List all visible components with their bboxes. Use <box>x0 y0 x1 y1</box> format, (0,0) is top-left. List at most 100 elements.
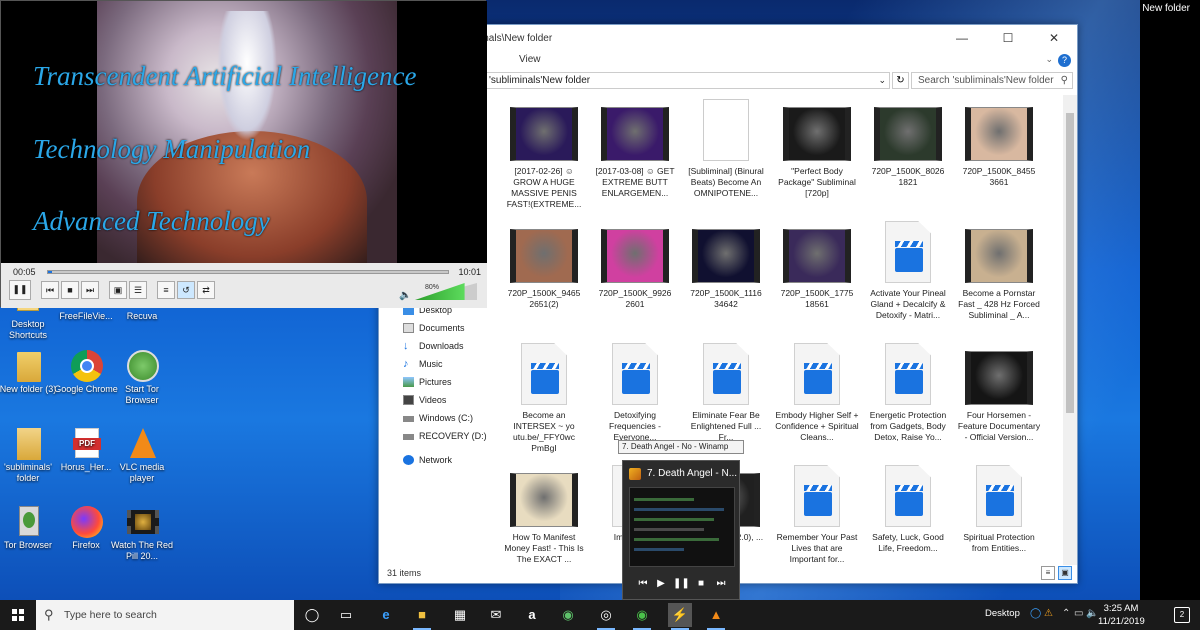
address-bar[interactable]: 'subliminals'New folder ⌄ <box>484 72 890 89</box>
winamp-icon[interactable]: ⚡ <box>668 603 692 630</box>
network-icon[interactable]: ▭ <box>1074 608 1083 619</box>
maximize-button[interactable]: ☐ <box>985 25 1031 51</box>
shuffle-icon[interactable]: ⇄ <box>197 281 215 299</box>
file-item[interactable]: Activate Your Pineal Gland + Decalcify &… <box>866 221 950 321</box>
desktop-icon-new-folder-3[interactable]: New folder (3) <box>0 348 60 395</box>
next-icon[interactable]: ⏭ <box>713 577 729 591</box>
fullscreen-icon[interactable]: ▣ <box>109 281 127 299</box>
file-explorer-icon[interactable]: ■ <box>410 603 434 630</box>
previous-icon[interactable]: ⏮ <box>41 281 59 299</box>
nav-item-documents[interactable]: Documents <box>399 319 499 337</box>
cortana-icon[interactable]: ◯ <box>300 603 324 627</box>
app-icon[interactable]: ◎ <box>594 603 618 630</box>
help-icon[interactable]: ? <box>1058 54 1071 67</box>
store-icon[interactable]: ▦ <box>448 603 472 627</box>
file-name: [2017-03-08] ☺ GET EXTREME BUTT ENLARGEM… <box>595 166 675 198</box>
file-item[interactable]: Remember Your Past Lives that are Import… <box>775 465 859 565</box>
stop-icon[interactable]: ■ <box>61 281 79 299</box>
winamp-taskbar-preview[interactable]: 7. Death Angel - N... ⏮ ▶ ❚❚ ■ ⏭ <box>622 460 740 600</box>
file-item[interactable]: [2017-03-08] ☺ GET EXTREME BUTT ENLARGEM… <box>593 99 677 199</box>
notification-center-icon[interactable]: 2 <box>1174 607 1190 623</box>
file-name: Eliminate Fear Be Enlightened Full ... F… <box>690 410 762 442</box>
mail-icon[interactable]: ✉ <box>484 603 508 627</box>
file-item[interactable]: Spiritual Protection from Entities... <box>957 465 1041 554</box>
file-item[interactable]: [Subliminal] (Binural Beats) Become An O… <box>684 99 768 199</box>
file-item[interactable]: 720P_1500K_8026 1821 <box>866 99 950 188</box>
desktop-toolbar-label[interactable]: Desktop <box>985 608 1020 619</box>
chevron-up-icon[interactable]: ⌃ <box>1062 608 1070 619</box>
seek-bar[interactable] <box>47 270 449 274</box>
taskbar-search-input[interactable]: ⚲ Type here to search <box>36 600 294 630</box>
file-item[interactable]: 720P_1500K_1775 18561 <box>775 221 859 310</box>
file-name: Embody Higher Self + Confidence + Spirit… <box>775 410 859 442</box>
nav-item-pictures[interactable]: Pictures <box>399 373 499 391</box>
file-item[interactable]: Safety, Luck, Good Life, Freedom... <box>866 465 950 554</box>
new-folder-label[interactable]: New folder <box>1142 3 1190 14</box>
extended-settings-icon[interactable]: ☰ <box>129 281 147 299</box>
refresh-button[interactable]: ↻ <box>892 72 909 89</box>
file-item[interactable]: Energetic Protection from Gadgets, Body … <box>866 343 950 443</box>
desktop-icon-firefox[interactable]: Firefox <box>54 504 118 551</box>
previous-icon[interactable]: ⏮ <box>635 577 651 591</box>
nav-item-music[interactable]: ♪ Music <box>399 355 499 373</box>
taskbar: ⚲ Type here to search ◯ ▭ e ■ ▦ ✉ a ◉ ◎ … <box>0 600 1200 630</box>
desktop-icon-red-pill-video[interactable]: Watch The Red Pill 20... <box>110 504 174 562</box>
file-item[interactable]: [2017-02-26] ☺ GROW A HUGE MASSIVE PENIS… <box>502 99 586 210</box>
desktop-icon-subliminals-folder[interactable]: 'subliminals' folder <box>0 426 60 484</box>
edge-icon[interactable]: e <box>374 603 398 627</box>
minimize-button[interactable]: — <box>939 25 985 51</box>
nav-item-recovery-d[interactable]: RECOVERY (D:) <box>399 427 499 445</box>
file-item[interactable]: Become a Pornstar Fast _ 428 Hz Forced S… <box>957 221 1041 321</box>
file-item[interactable]: "Perfect Body Package" Subliminal [720p] <box>775 99 859 199</box>
nav-item-downloads[interactable]: ↓ Downloads <box>399 337 499 355</box>
clock[interactable]: 3:25 AM 11/21/2019 <box>1098 602 1145 628</box>
file-item[interactable]: 720P_1500K_9465 2651(2) <box>502 221 586 310</box>
file-item[interactable]: 720P_1500K_8455 3661 <box>957 99 1041 188</box>
next-icon[interactable]: ⏭ <box>81 281 99 299</box>
close-button[interactable]: ✕ <box>1031 25 1077 51</box>
file-item[interactable]: Become an INTERSEX ~ yo utu.be/_FFY0wc P… <box>502 343 586 454</box>
desktop-icon-start-tor[interactable]: Start Tor Browser <box>110 348 174 406</box>
file-item[interactable]: How To Manifest Money Fast! - This Is Th… <box>502 465 586 565</box>
tab-view[interactable]: View <box>519 54 541 65</box>
file-item[interactable]: Four Horsemen - Feature Documentary - Of… <box>957 343 1041 443</box>
speaker-icon[interactable]: 🔈 <box>399 290 411 301</box>
vertical-scrollbar[interactable] <box>1063 95 1077 565</box>
pause-button[interactable]: ❚❚ <box>9 280 31 300</box>
vlc-icon[interactable]: ▲ <box>704 603 728 630</box>
amazon-icon[interactable]: a <box>520 603 544 627</box>
file-item[interactable]: 720P_1500K_1116 34642 <box>684 221 768 310</box>
desktop-icon-tor-browser[interactable]: Tor Browser <box>0 504 60 551</box>
desktop-icon-chrome[interactable]: Google Chrome <box>54 348 118 395</box>
video-area[interactable]: Transcendent Artificial Intelligence Tec… <box>1 1 487 263</box>
task-view-icon[interactable]: ▭ <box>334 603 358 627</box>
warning-icon[interactable]: ⚠ <box>1044 608 1053 619</box>
ribbon-expand-icon[interactable]: ⌄ <box>1045 54 1053 65</box>
volume-icon[interactable]: 🔈 <box>1086 608 1098 619</box>
stop-icon[interactable]: ■ <box>693 577 709 591</box>
thumbnail <box>783 107 851 161</box>
shield-icon[interactable]: ◯ <box>1030 608 1041 619</box>
playlist-icon[interactable]: ≡ <box>157 281 175 299</box>
nav-item-windows-c[interactable]: Windows (C:) <box>399 409 499 427</box>
file-item[interactable]: Detoxifying Frequencies - Everyone... <box>593 343 677 443</box>
file-item[interactable]: Embody Higher Self + Confidence + Spirit… <box>775 343 859 443</box>
start-button[interactable] <box>0 600 36 630</box>
chrome-icon[interactable]: ◉ <box>630 603 654 630</box>
tripadvisor-icon[interactable]: ◉ <box>556 603 580 627</box>
file-item[interactable]: Eliminate Fear Be Enlightened Full ... F… <box>684 343 768 443</box>
details-view-button[interactable]: ≡ <box>1041 566 1055 580</box>
desktop-icon-horus-pdf[interactable]: PDF Horus_Her... <box>54 426 118 473</box>
chevron-down-icon[interactable]: ⌄ <box>878 73 886 88</box>
search-input[interactable]: Search 'subliminals'New folder ⚲ <box>911 72 1073 89</box>
nav-item-network[interactable]: Network <box>399 451 499 469</box>
loop-icon[interactable]: ↺ <box>177 281 195 299</box>
scrollbar-thumb[interactable] <box>1066 113 1074 413</box>
winamp-preview-title: 7. Death Angel - N... <box>647 468 737 479</box>
nav-item-videos[interactable]: Videos <box>399 391 499 409</box>
desktop-icon-vlc[interactable]: VLC media player <box>110 426 174 484</box>
large-icons-view-button[interactable]: ▣ <box>1058 566 1072 580</box>
play-icon[interactable]: ▶ <box>653 577 669 591</box>
file-item[interactable]: 720P_1500K_9926 2601 <box>593 221 677 310</box>
pause-icon[interactable]: ❚❚ <box>673 577 690 591</box>
